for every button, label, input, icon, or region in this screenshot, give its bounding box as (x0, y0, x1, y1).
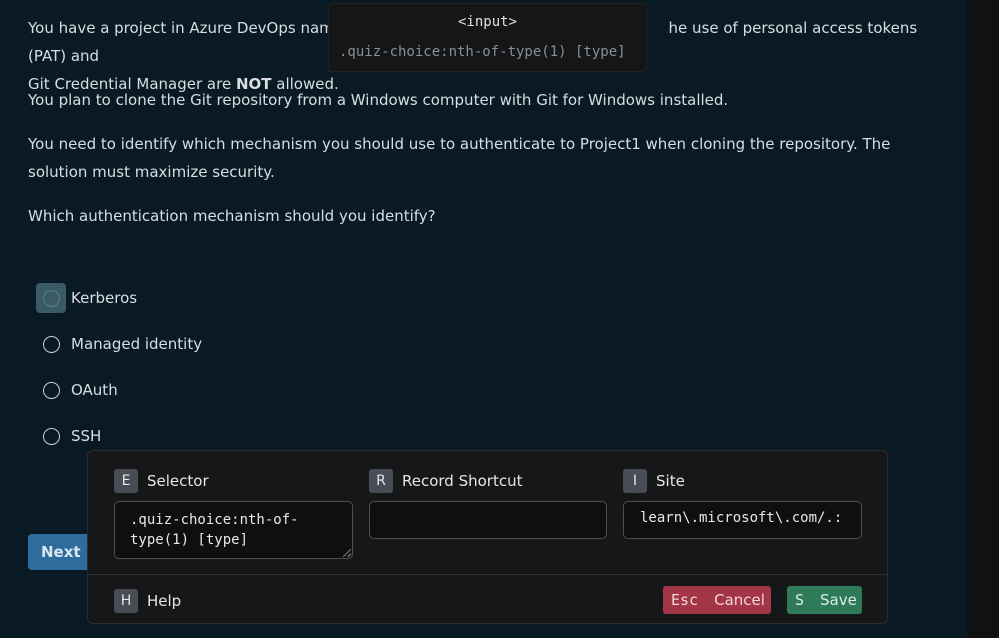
cancel-button[interactable]: Esc Cancel (663, 586, 771, 614)
record-shortcut-field-title: Record Shortcut (402, 472, 523, 490)
choice-kerberos[interactable]: Kerberos (36, 283, 137, 313)
radio-oauth[interactable] (42, 381, 60, 399)
selector-field-header: E Selector (114, 469, 209, 493)
tooltip-selector: .quiz-choice:nth-of-type(1) [type] (339, 44, 626, 60)
help-button[interactable]: H Help (114, 589, 181, 613)
site-input[interactable]: learn\.microsoft\.com/.: (623, 501, 862, 539)
choice-label-oauth: OAuth (71, 381, 118, 399)
shortcut-key-h: H (114, 589, 138, 613)
cancel-shortcut-key: Esc (671, 591, 699, 609)
save-button[interactable]: S Save (787, 586, 862, 614)
question-paragraph-4: Which authentication mechanism should yo… (28, 207, 436, 225)
next-button-label: Next (41, 543, 81, 561)
choice-oauth[interactable]: OAuth (36, 375, 118, 405)
choice-ssh[interactable]: SSH (36, 421, 101, 451)
question-paragraph-3: You need to identify which mechanism you… (28, 135, 891, 181)
shortcut-key-i: I (623, 469, 647, 493)
shortcut-key-e: E (114, 469, 138, 493)
choice-label-kerberos: Kerberos (71, 289, 138, 307)
choice-kerberos-focus-highlight (36, 283, 66, 313)
save-shortcut-key: S (795, 591, 805, 609)
record-shortcut-field-header: R Record Shortcut (369, 469, 522, 493)
cancel-label: Cancel (714, 591, 765, 609)
site-field-title: Site (656, 472, 685, 490)
resize-grip-icon[interactable] (343, 549, 351, 557)
radio-ssh[interactable] (42, 427, 60, 445)
question-paragraph-2: You plan to clone the Git repository fro… (28, 91, 729, 109)
panel-divider (88, 574, 887, 575)
radio-managed-identity[interactable] (42, 335, 60, 353)
selector-editor-panel: E Selector R Record Shortcut I Site .qui… (87, 450, 888, 624)
shortcut-key-r: R (369, 469, 393, 493)
scrollbar-track[interactable] (967, 0, 999, 638)
site-field-header: I Site (623, 469, 685, 493)
save-label: Save (820, 591, 857, 609)
question-text-p1-start: You have a project in Azure DevOps named (28, 19, 353, 37)
help-label: Help (147, 592, 182, 610)
record-shortcut-input[interactable] (369, 501, 607, 539)
choice-managed-identity[interactable]: Managed identity (36, 329, 202, 359)
choice-label-managed-identity: Managed identity (71, 335, 203, 353)
element-inspector-tooltip: <input> .quiz-choice:nth-of-type(1) [typ… (328, 3, 647, 72)
selector-field-title: Selector (147, 472, 209, 490)
selector-textarea[interactable]: .quiz-choice:nth-of-type(1) [type] (114, 501, 353, 559)
radio-kerberos[interactable] (42, 289, 60, 307)
choice-label-ssh: SSH (71, 427, 102, 445)
tooltip-tag: <input> (457, 14, 517, 30)
